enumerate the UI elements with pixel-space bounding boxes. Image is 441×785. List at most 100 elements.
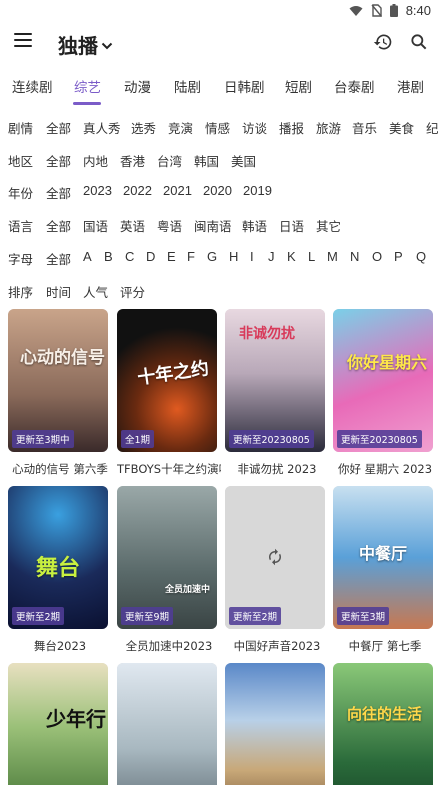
filter-row-sort: 排序 时间 人气 评分 bbox=[0, 282, 441, 304]
filter-option[interactable]: N bbox=[350, 249, 359, 264]
poster-image bbox=[117, 663, 217, 785]
filter-option[interactable]: B bbox=[104, 249, 113, 264]
filter-option[interactable]: 闽南语 bbox=[194, 216, 232, 235]
filter-option[interactable]: 英语 bbox=[120, 216, 145, 235]
show-card[interactable]: 心动的信号 更新至3期中 心动的信号 第六季 bbox=[8, 309, 108, 476]
show-card[interactable]: 你好星期六 更新至20230805 你好 星期六 2023 bbox=[333, 309, 433, 476]
filter-option[interactable]: 韩语 bbox=[242, 216, 267, 235]
filter-option[interactable]: 全部 bbox=[46, 151, 71, 170]
filter-option[interactable]: K bbox=[287, 249, 296, 264]
filter-label: 语言 bbox=[8, 219, 34, 234]
poster: 全员加速中 更新至9期 bbox=[117, 486, 217, 629]
tab-gangju[interactable]: 港剧 bbox=[397, 76, 424, 96]
show-card[interactable]: 少年行 bbox=[8, 663, 108, 785]
show-card[interactable]: 非诚勿扰 更新至20230805 非诚勿扰 2023 bbox=[225, 309, 325, 476]
tab-rihanju[interactable]: 日韩剧 bbox=[224, 76, 265, 96]
filter-option[interactable]: 竞演 bbox=[168, 118, 193, 137]
filter-option[interactable]: H bbox=[229, 249, 238, 264]
filter-option[interactable]: 日语 bbox=[279, 216, 304, 235]
filter-option[interactable]: C bbox=[125, 249, 134, 264]
filter-option[interactable]: G bbox=[207, 249, 217, 264]
filter-option[interactable]: 人气 bbox=[83, 282, 108, 301]
poster: 非诚勿扰 更新至20230805 bbox=[225, 309, 325, 452]
filter-option[interactable]: Q bbox=[416, 249, 426, 264]
filter-option[interactable]: I bbox=[250, 249, 254, 264]
tab-zongyi[interactable]: 综艺 bbox=[74, 76, 101, 96]
filter-option[interactable]: 全部 bbox=[46, 249, 71, 268]
filter-option[interactable]: 真人秀 bbox=[83, 118, 121, 137]
show-card[interactable]: 全员加速中 更新至9期 全员加速中2023 bbox=[117, 486, 217, 653]
filter-option[interactable]: M bbox=[327, 249, 338, 264]
filter-option[interactable]: 旅游 bbox=[316, 118, 341, 137]
filter-option[interactable]: P bbox=[394, 249, 403, 264]
filter-row-letter: 字母 全部 A B C D E F G H I J K L M N O P Q bbox=[0, 249, 441, 271]
status-icons: 8:40 bbox=[349, 3, 431, 18]
filter-option[interactable]: 台湾 bbox=[157, 151, 182, 170]
filter-option[interactable]: 播报 bbox=[279, 118, 304, 137]
filter-option[interactable]: 音乐 bbox=[352, 118, 377, 137]
tab-taitaiju[interactable]: 台泰剧 bbox=[334, 76, 375, 96]
filter-option[interactable]: 情感 bbox=[205, 118, 230, 137]
filter-option[interactable]: O bbox=[372, 249, 382, 264]
filter-option[interactable]: E bbox=[167, 249, 176, 264]
filter-option[interactable]: 2022 bbox=[123, 183, 152, 198]
filter-option[interactable]: L bbox=[308, 249, 315, 264]
filter-option[interactable]: 国语 bbox=[83, 216, 108, 235]
filter-option[interactable]: 韩国 bbox=[194, 151, 219, 170]
filter-option[interactable]: 纪 bbox=[426, 118, 439, 137]
filter-option[interactable]: 内地 bbox=[83, 151, 108, 170]
filter-option[interactable]: F bbox=[187, 249, 195, 264]
poster-image bbox=[225, 663, 325, 785]
page-title: 独播 bbox=[58, 34, 98, 58]
filter-option[interactable]: 全部 bbox=[46, 118, 71, 137]
category-switcher[interactable]: 独播 bbox=[58, 30, 114, 59]
filter-option[interactable]: 评分 bbox=[120, 282, 145, 301]
app-bar: 独播 bbox=[0, 26, 441, 62]
show-card[interactable] bbox=[117, 663, 217, 785]
tab-duanju[interactable]: 短剧 bbox=[285, 76, 312, 96]
status-badge: 更新至20230805 bbox=[337, 430, 422, 448]
poster-title: 你好星期六 bbox=[347, 353, 428, 372]
show-card[interactable]: 舞台 更新至2期 舞台2023 bbox=[8, 486, 108, 653]
filter-option[interactable]: 粤语 bbox=[157, 216, 182, 235]
poster-image bbox=[333, 663, 433, 785]
filter-option[interactable]: 2023 bbox=[83, 183, 112, 198]
poster: 中餐厅 更新至3期 bbox=[333, 486, 433, 629]
status-bar: 8:40 bbox=[0, 0, 441, 24]
poster-title: 全员加速中 bbox=[165, 585, 211, 595]
filter-row-language: 语言 全部 国语 英语 粤语 闽南语 韩语 日语 其它 bbox=[0, 216, 441, 238]
filter-option[interactable]: 时间 bbox=[46, 282, 71, 301]
filter-option[interactable]: 全部 bbox=[46, 216, 71, 235]
filter-option[interactable]: 香港 bbox=[120, 151, 145, 170]
filter-option[interactable]: 选秀 bbox=[131, 118, 156, 137]
menu-icon[interactable] bbox=[14, 33, 32, 49]
show-card[interactable]: 中餐厅 更新至3期 中餐厅 第七季 bbox=[333, 486, 433, 653]
poster-title: 非诚勿扰 bbox=[239, 326, 295, 342]
filter-option[interactable]: D bbox=[146, 249, 155, 264]
filter-option[interactable]: 2021 bbox=[163, 183, 192, 198]
tab-lianxuju[interactable]: 连续剧 bbox=[12, 76, 53, 96]
show-card[interactable]: 十年之约 全1期 TFBOYS十年之约演唱会 bbox=[117, 309, 221, 476]
show-title: 非诚勿扰 2023 bbox=[237, 462, 317, 476]
status-badge: 更新至9期 bbox=[121, 607, 174, 625]
status-badge: 全1期 bbox=[121, 430, 155, 448]
filter-option[interactable]: 2020 bbox=[203, 183, 232, 198]
show-card[interactable]: 向往的生活 bbox=[333, 663, 433, 785]
filter-option[interactable]: 美食 bbox=[389, 118, 414, 137]
filter-option[interactable]: 美国 bbox=[231, 151, 256, 170]
tab-luju[interactable]: 陆剧 bbox=[174, 76, 201, 96]
filter-option[interactable]: 访谈 bbox=[242, 118, 267, 137]
filter-option[interactable]: 其它 bbox=[316, 216, 341, 235]
show-card[interactable] bbox=[225, 663, 325, 785]
poster-title: 向往的生活 bbox=[347, 705, 423, 723]
tab-dongman[interactable]: 动漫 bbox=[124, 76, 151, 96]
show-card[interactable]: 更新至2期 中国好声音2023 bbox=[225, 486, 325, 653]
poster: 心动的信号 更新至3期中 bbox=[8, 309, 108, 452]
search-icon[interactable] bbox=[409, 32, 429, 52]
filter-option[interactable]: A bbox=[83, 249, 92, 264]
filter-option[interactable]: J bbox=[268, 249, 275, 264]
poster bbox=[225, 663, 325, 785]
filter-option[interactable]: 2019 bbox=[243, 183, 272, 198]
history-icon[interactable] bbox=[373, 32, 393, 52]
filter-option[interactable]: 全部 bbox=[46, 183, 71, 202]
